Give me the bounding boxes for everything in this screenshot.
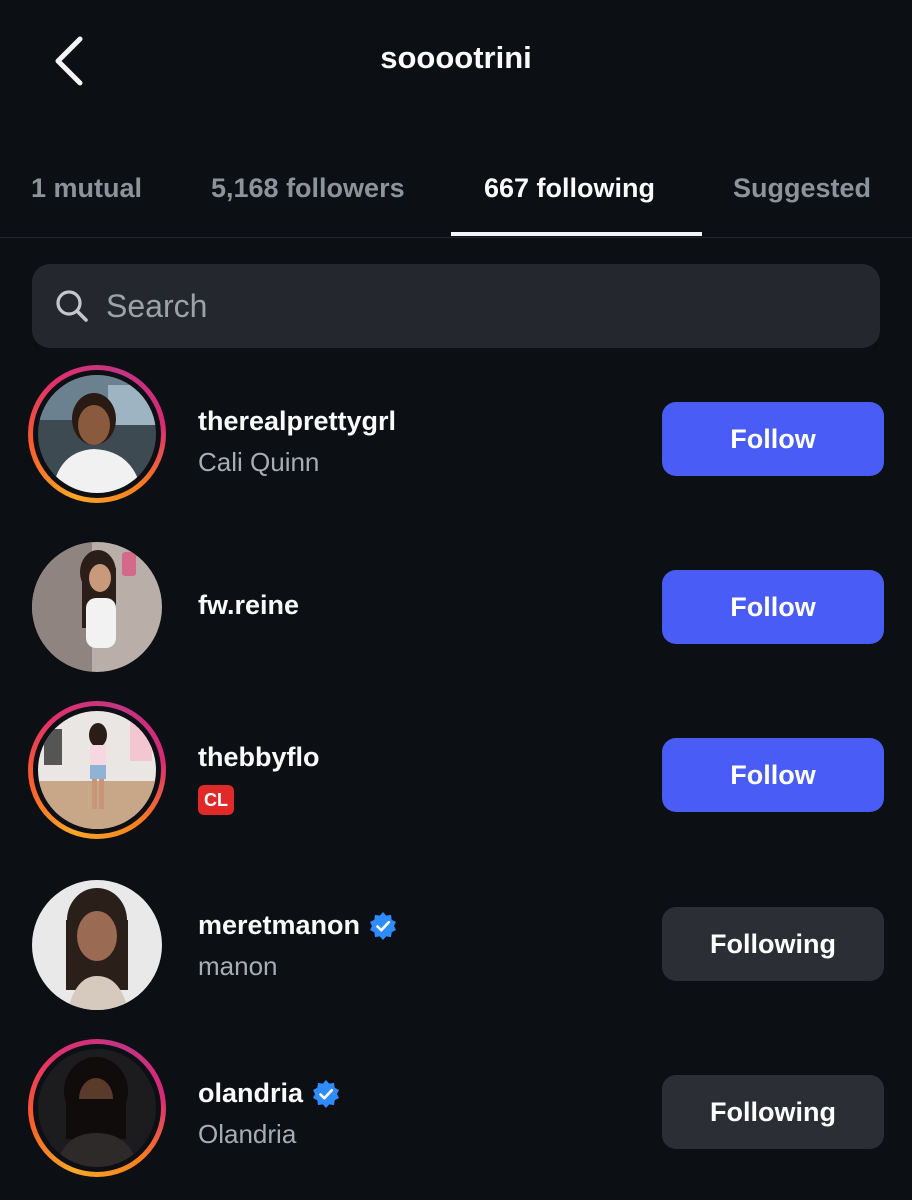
tab-bar: 1 mutual 5,168 followers 667 following S… [0,150,912,238]
username[interactable]: meretmanon [198,910,398,941]
account-names: olandria Olandria [198,1078,341,1150]
avatar [32,542,162,672]
full-name: manon [198,951,278,981]
avatar [38,1049,156,1167]
page-title: sooootrini [380,40,532,75]
username[interactable]: therealprettygrl [198,406,396,437]
search-icon [54,288,90,324]
follow-button[interactable]: Follow [662,738,884,812]
avatar-story-ring[interactable] [28,365,166,503]
following-list-screen: sooootrini 1 mutual 5,168 followers 667 … [0,0,912,1200]
avatar-story-ring[interactable] [28,1039,166,1177]
tab-followers[interactable]: 5,168 followers [211,150,405,238]
tab-following[interactable]: 667 following [484,150,655,238]
search-bar[interactable] [32,264,880,348]
tab-suggested[interactable]: Suggested [733,150,871,238]
account-names: therealprettygrl Cali Quinn [198,406,396,478]
account-names: fw.reine [198,590,299,621]
avatar-wrapper[interactable] [28,876,166,1014]
follow-button[interactable]: Follow [662,570,884,644]
account-names: meretmanon manon [198,910,398,982]
avatar [38,375,156,493]
list-item: meretmanon manon Following [0,876,912,1026]
list-item: therealprettygrl Cali Quinn Follow [0,365,912,520]
following-button[interactable]: Following [662,1075,884,1149]
search-input[interactable] [106,287,880,325]
verified-badge-icon [370,911,397,940]
verified-badge-icon [313,1079,340,1108]
full-name: Olandria [198,1119,297,1149]
full-name: Cali Quinn [198,447,320,477]
avatar-story-ring[interactable] [28,701,166,839]
username[interactable]: fw.reine [198,590,299,621]
avatar [32,880,162,1010]
active-tab-indicator [451,232,702,236]
cl-badge-icon: CL [198,785,234,815]
username[interactable]: olandria [198,1078,341,1109]
follow-button[interactable]: Follow [662,402,884,476]
list-item: fw.reine Follow [0,538,912,688]
tab-mutual[interactable]: 1 mutual [31,150,142,238]
header: sooootrini [0,0,912,125]
avatar [38,711,156,829]
account-names: thebbyflo CL [198,742,320,815]
list-item: thebbyflo CL Follow [0,701,912,856]
avatar-wrapper[interactable] [28,538,166,676]
list-item: olandria Olandria Following [0,1039,912,1194]
username[interactable]: thebbyflo [198,742,320,773]
following-button[interactable]: Following [662,907,884,981]
